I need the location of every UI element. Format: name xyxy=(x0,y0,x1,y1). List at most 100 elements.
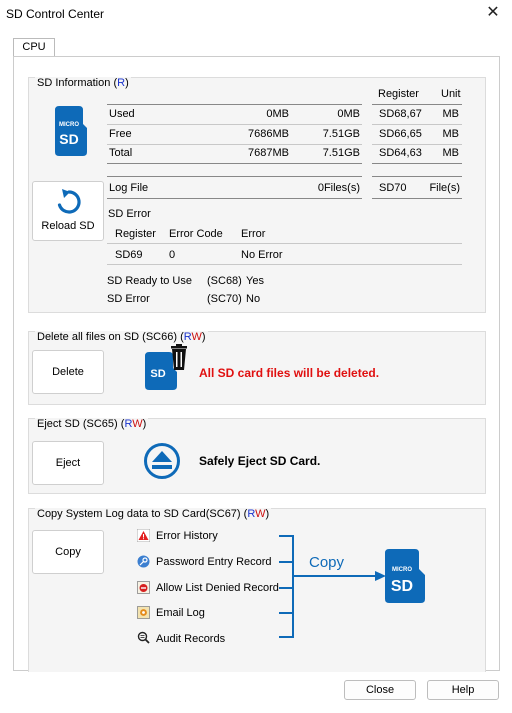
legend-paren: ) xyxy=(125,77,129,89)
legend-write-flag: W xyxy=(255,508,266,520)
log-file-register: SD70 xyxy=(379,182,407,194)
legend-paren: ) xyxy=(265,508,270,520)
legend-paren: ) xyxy=(142,418,147,430)
sd-error-divider-bottom xyxy=(107,264,462,265)
legend-text: Delete all files on SD (SC66) xyxy=(37,331,178,343)
reload-sd-button[interactable]: Reload SD xyxy=(32,181,104,241)
row-divider xyxy=(107,163,362,164)
delete-files-group: Delete all files on SD (SC66) (RW) Delet… xyxy=(28,331,486,405)
eject-button[interactable]: Eject xyxy=(32,441,104,485)
legend-read-flag: R xyxy=(117,77,126,89)
legend-write-flag: W xyxy=(132,418,143,430)
micro-sd-target-icon: MICRO SD xyxy=(385,549,425,603)
row-divider xyxy=(372,124,462,125)
legend-text: Eject SD (SC65) xyxy=(37,418,118,430)
row-register: SD64,63 xyxy=(379,147,422,159)
legend-read-flag: R xyxy=(183,331,192,343)
legend-read-flag: R xyxy=(247,508,256,520)
sd-error-message: No Error xyxy=(241,249,283,261)
delete-warning: All SD card files will be deleted. xyxy=(199,366,380,380)
eject-sd-group: Eject SD (SC65) (RW) Eject Safely Eject … xyxy=(28,418,486,494)
help-button[interactable]: Help xyxy=(427,680,499,700)
row-unit: MB xyxy=(442,108,460,120)
email-icon xyxy=(137,606,150,619)
row-unit: MB xyxy=(442,128,460,140)
row-label: Used xyxy=(109,108,135,120)
log-item-error-history: Error History xyxy=(156,530,218,542)
title-bar: SD Control Center ✕ xyxy=(0,0,512,28)
sd-information-group: SD Information (R) MICRO SD Register Uni… xyxy=(28,77,486,313)
status-error-label: SD Error xyxy=(107,293,150,305)
log-divider-top-right xyxy=(372,176,462,177)
sd-target-big-text: SD xyxy=(391,578,413,595)
log-item-password-entry: Password Entry Record xyxy=(156,556,272,568)
status-error-register: (SC70) xyxy=(207,293,242,305)
legend-paren: ) xyxy=(201,331,206,343)
reload-icon xyxy=(57,189,81,214)
tab-panel-cpu: SD Information (R) MICRO SD Register Uni… xyxy=(13,56,500,672)
eject-message: Safely Eject SD Card. xyxy=(199,454,321,468)
log-file-value: 0Files(s) xyxy=(317,182,360,194)
window-title: SD Control Center xyxy=(6,7,105,21)
log-item-email-log: Email Log xyxy=(156,607,205,619)
log-item-audit-records: Audit Records xyxy=(156,633,226,645)
sd-error-header-code: Error Code xyxy=(169,228,223,240)
sd-target-small-text: MICRO xyxy=(392,567,412,573)
row-divider xyxy=(372,144,462,145)
sd-icon-big-text: SD xyxy=(59,131,78,147)
status-ready-register: (SC68) xyxy=(207,275,242,287)
sd-error-header-error: Error xyxy=(241,228,266,240)
reload-sd-label: Reload SD xyxy=(41,220,95,232)
key-icon xyxy=(137,555,150,568)
delete-files-legend: Delete all files on SD (SC66) (RW) xyxy=(35,331,208,343)
legend-write-flag: W xyxy=(191,331,202,343)
eject-sd-legend: Eject SD (SC65) (RW) xyxy=(35,418,149,430)
header-divider xyxy=(107,104,362,105)
sd-information-legend: SD Information (R) xyxy=(35,77,131,89)
header-divider-right xyxy=(372,104,462,105)
sd-error-title: SD Error xyxy=(108,208,151,220)
legend-text: Copy System Log data to SD Card(SC67) xyxy=(37,508,241,520)
row-mb: 0MB xyxy=(266,108,289,120)
copy-log-group: Copy System Log data to SD Card(SC67) (R… xyxy=(28,508,486,672)
log-divider-top xyxy=(107,176,362,177)
sd-error-divider xyxy=(107,243,462,244)
log-divider-bottom-right xyxy=(372,198,462,199)
log-divider-bottom xyxy=(107,198,362,199)
row-label: Free xyxy=(109,128,132,140)
audit-search-icon xyxy=(137,631,150,644)
row-mb: 7686MB xyxy=(248,128,289,140)
header-unit: Unit xyxy=(441,88,461,100)
row-divider xyxy=(107,124,362,125)
row-gb: 7.51GB xyxy=(322,128,360,140)
window-close-icon[interactable]: ✕ xyxy=(484,4,502,22)
micro-sd-icon: MICRO SD xyxy=(55,106,87,156)
row-gb: 0MB xyxy=(337,108,360,120)
row-label: Total xyxy=(109,147,133,159)
status-ready-label: SD Ready to Use xyxy=(107,275,192,287)
close-button[interactable]: Close xyxy=(344,680,416,700)
copy-arrow-label: Copy xyxy=(309,554,345,571)
row-register: SD68,67 xyxy=(379,108,422,120)
sd-icon-small-text: MICRO xyxy=(59,122,79,128)
row-gb: 7.51GB xyxy=(322,147,360,159)
denied-list-icon xyxy=(137,581,150,594)
row-divider xyxy=(107,144,362,145)
row-register: SD66,65 xyxy=(379,128,422,140)
sd-error-code: 0 xyxy=(169,249,176,261)
legend-text: SD Information xyxy=(37,77,111,89)
sd-error-header-register: Register xyxy=(115,228,156,240)
delete-button[interactable]: Delete xyxy=(32,350,104,394)
copy-button[interactable]: Copy xyxy=(32,530,104,574)
sd-delete-icon-text: SD xyxy=(150,368,165,380)
header-register: Register xyxy=(378,88,419,100)
copy-log-legend: Copy System Log data to SD Card(SC67) (R… xyxy=(35,508,272,520)
warning-icon xyxy=(137,529,150,542)
status-ready-value: Yes xyxy=(246,275,264,287)
log-item-allow-list-denied: Allow List Denied Record xyxy=(156,582,279,594)
eject-icon xyxy=(144,443,180,479)
sd-delete-icon: SD xyxy=(145,344,187,390)
row-unit: MB xyxy=(442,147,460,159)
row-divider xyxy=(372,163,462,164)
tab-cpu[interactable]: CPU xyxy=(13,38,55,56)
